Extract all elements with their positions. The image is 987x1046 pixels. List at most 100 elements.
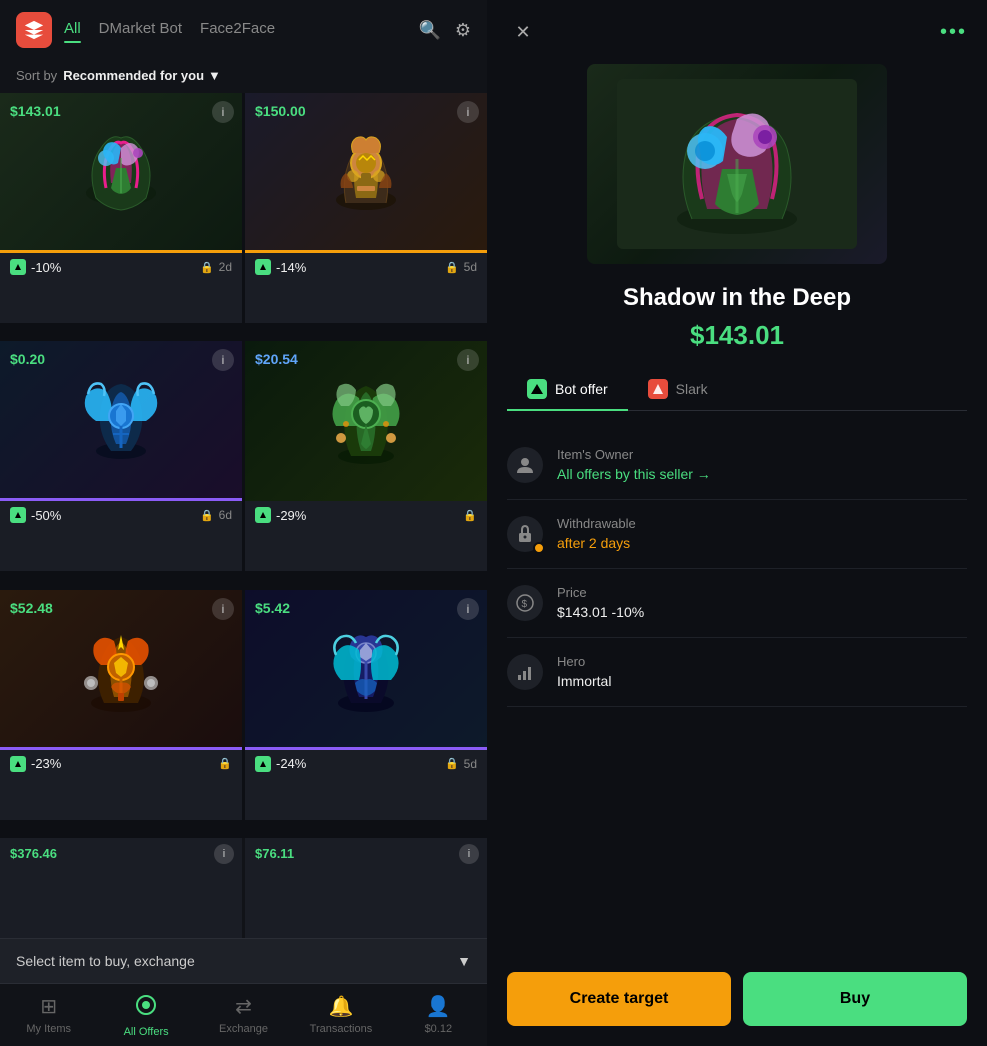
nav-exchange-label: Exchange	[219, 1023, 268, 1035]
item-price-4: $20.54	[255, 351, 298, 367]
lock-icon-4: 🔒	[463, 509, 477, 522]
partial-info-2[interactable]: i	[459, 844, 479, 864]
nav-all-offers[interactable]: All Offers	[97, 984, 194, 1046]
item-info-btn-2[interactable]: i	[457, 101, 479, 123]
nav-my-items-icon: ⊞	[40, 994, 57, 1019]
item-card-1[interactable]: $143.01 i	[0, 93, 242, 323]
filter-icon[interactable]: ⚙	[455, 20, 471, 41]
hero-item-image	[587, 64, 887, 264]
item-footer-3: -50% 🔒 6d	[0, 501, 242, 529]
bottom-nav: ⊞ My Items All Offers ⇄ Exchange 🔔 Trans…	[0, 983, 487, 1046]
nav-my-items-label: My Items	[26, 1023, 71, 1035]
item-card-6[interactable]: $5.42 i	[245, 590, 487, 820]
create-target-button[interactable]: Create target	[507, 972, 731, 1026]
sort-value[interactable]: Recommended for you ▼	[63, 68, 221, 83]
tab-dmarket-bot[interactable]: DMarket Bot	[99, 20, 182, 41]
price-content: Price $143.01 -10%	[557, 585, 644, 620]
nav-tabs: All DMarket Bot Face2Face	[64, 20, 406, 41]
offer-tab-slark[interactable]: Slark	[628, 371, 728, 411]
items-grid: $143.01 i	[0, 93, 487, 838]
item-meta-5: 🔒	[218, 757, 232, 770]
item-card-4[interactable]: $20.54 i	[245, 341, 487, 571]
sort-label: Sort by	[16, 68, 57, 83]
action-buttons: Create target Buy	[487, 952, 987, 1046]
tab-face2face[interactable]: Face2Face	[200, 20, 275, 41]
item-meta-6: 🔒 5d	[445, 757, 477, 771]
nav-transactions[interactable]: 🔔 Transactions	[292, 984, 389, 1046]
search-icon[interactable]: 🔍	[418, 20, 440, 41]
item-price-3: $0.20	[10, 351, 45, 367]
withdrawable-value: after 2 days	[557, 535, 636, 551]
dmarket-icon-6	[255, 756, 271, 772]
svg-text:$: $	[522, 599, 528, 610]
item-info-btn-1[interactable]: i	[212, 101, 234, 123]
partial-info-1[interactable]: i	[214, 844, 234, 864]
nav-balance-label: $0.12	[425, 1023, 453, 1035]
nav-my-items[interactable]: ⊞ My Items	[0, 984, 97, 1046]
partial-card-1[interactable]: $376.46 i	[0, 838, 242, 938]
hero-value: Immortal	[557, 673, 611, 689]
item-image-5: $52.48 i	[0, 590, 242, 750]
item-footer-5: -23% 🔒	[0, 750, 242, 778]
item-price-1: $143.01	[10, 103, 61, 119]
owner-icon	[507, 447, 543, 483]
lock-icon-3: 🔒	[200, 509, 214, 522]
item-info-btn-3[interactable]: i	[212, 349, 234, 371]
item-discount-5: -23%	[10, 756, 61, 772]
item-footer-4: -29% 🔒	[245, 501, 487, 529]
owner-value[interactable]: All offers by this seller →	[557, 466, 711, 482]
nav-balance-icon: 👤	[426, 994, 451, 1019]
game-tab-icon	[648, 379, 668, 399]
nav-all-offers-label: All Offers	[124, 1026, 169, 1038]
item-footer-2: -14% 🔒 5d	[245, 253, 487, 281]
dmarket-icon-5	[10, 756, 26, 772]
item-card-3[interactable]: $0.20 i	[0, 341, 242, 571]
partial-price-2: $76.11	[255, 846, 294, 861]
header-icons: 🔍 ⚙	[418, 20, 471, 41]
close-button[interactable]: ✕	[507, 16, 539, 48]
right-panel: ✕ ••• Shadow in the Deep $143.01	[487, 0, 987, 1046]
tab-all[interactable]: All	[64, 20, 81, 41]
hero-content: Hero Immortal	[557, 654, 611, 689]
item-info-btn-4[interactable]: i	[457, 349, 479, 371]
price-icon: $	[507, 585, 543, 621]
withdrawable-icon	[507, 516, 543, 552]
nav-exchange[interactable]: ⇄ Exchange	[195, 984, 292, 1046]
owner-content: Item's Owner All offers by this seller →	[557, 447, 711, 482]
offer-tab-bot[interactable]: Bot offer	[507, 371, 628, 411]
warning-dot	[533, 542, 545, 554]
detail-owner: Item's Owner All offers by this seller →	[507, 431, 967, 500]
bottom-select-bar[interactable]: Select item to buy, exchange ▼	[0, 938, 487, 983]
withdrawable-label: Withdrawable	[557, 516, 636, 531]
more-options-button[interactable]: •••	[940, 21, 967, 44]
item-discount-2: -14%	[255, 259, 306, 275]
item-info-btn-5[interactable]: i	[212, 598, 234, 620]
partial-price-1: $376.46	[10, 846, 57, 861]
offer-tab-slark-label: Slark	[676, 381, 708, 397]
item-meta-2: 🔒 5d	[445, 260, 477, 274]
item-discount-3: -50%	[10, 507, 61, 523]
lock-icon-5: 🔒	[218, 757, 232, 770]
app-logo[interactable]	[16, 12, 52, 48]
dmarket-icon-3	[10, 507, 26, 523]
item-image-1: $143.01 i	[0, 93, 242, 253]
offer-tab-bot-label: Bot offer	[555, 381, 608, 397]
details-list: Item's Owner All offers by this seller →…	[487, 431, 987, 952]
partial-card-2[interactable]: $76.11 i	[245, 838, 487, 938]
bottom-select-label: Select item to buy, exchange	[16, 953, 195, 969]
item-info-btn-6[interactable]: i	[457, 598, 479, 620]
offer-tabs: Bot offer Slark	[507, 371, 967, 411]
buy-button[interactable]: Buy	[743, 972, 967, 1026]
nav-transactions-icon: 🔔	[328, 994, 353, 1019]
lock-icon-6: 🔒	[445, 757, 459, 770]
item-meta-3: 🔒 6d	[200, 508, 232, 522]
item-footer-6: -24% 🔒 5d	[245, 750, 487, 778]
item-card-2[interactable]: $150.00 i	[245, 93, 487, 323]
nav-balance[interactable]: 👤 $0.12	[390, 984, 487, 1046]
dmarket-icon-1	[10, 259, 26, 275]
item-card-5[interactable]: $52.48 i	[0, 590, 242, 820]
item-discount-1: -10%	[10, 259, 61, 275]
detail-withdrawable: Withdrawable after 2 days	[507, 500, 967, 569]
item-discount-6: -24%	[255, 756, 306, 772]
item-price-6: $5.42	[255, 600, 290, 616]
